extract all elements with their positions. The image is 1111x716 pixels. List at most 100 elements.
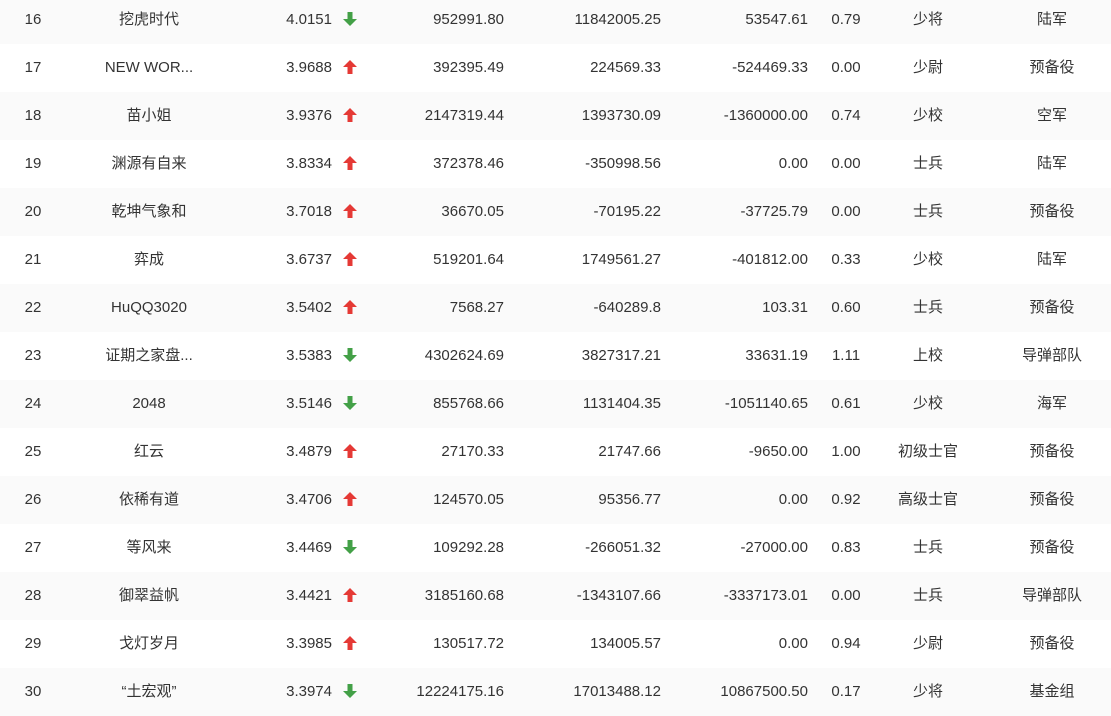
trend-cell [338,188,362,236]
ratio-cell: 0.00 [831,587,861,604]
value1-cell: 952991.80 [433,11,504,28]
trader-name-cell[interactable]: 证期之家盘... [80,332,218,380]
military-rank-cell: 少校 [912,251,943,268]
rank-cell: 21 [24,251,42,268]
trader-name-cell[interactable]: 渊源有自来 [80,140,218,188]
ratio-cell: 0.74 [831,107,861,124]
branch-cell: 空军 [1036,107,1067,124]
trader-name-cell[interactable]: 戈灯岁月 [80,620,218,668]
trader-name-cell[interactable]: 御翠益帆 [80,572,218,620]
military-rank-cell: 少将 [912,11,943,28]
trader-name-cell[interactable]: “土宏观” [80,668,218,716]
table-row[interactable]: 25 红云 3.4879 27170.33 21747.66 -9650.00 … [0,428,1111,476]
table-row[interactable]: 29 戈灯岁月 3.3985 130517.72 134005.57 0.00 … [0,620,1111,668]
trend-cell [338,380,362,428]
value3-cell: 103.31 [762,299,808,316]
table-row[interactable]: 16 挖虎时代 4.0151 952991.80 11842005.25 535… [0,0,1111,44]
military-rank-cell: 士兵 [912,203,943,220]
value2-cell: 11842005.25 [574,11,661,28]
ratio-cell: 0.83 [831,539,861,556]
trader-name-cell[interactable]: 依稀有道 [80,476,218,524]
score-cell: 3.5402 [286,299,332,316]
trend-cell [338,476,362,524]
branch-cell: 导弹部队 [1021,347,1082,364]
trader-name-cell[interactable]: 挖虎时代 [80,0,218,44]
arrow-down-icon [343,11,357,26]
trend-cell [338,284,362,332]
value3-cell: -37725.79 [740,203,808,220]
arrow-up-icon [343,155,357,170]
arrow-down-icon [343,683,357,698]
ratio-cell: 0.60 [831,299,861,316]
trend-cell [338,572,362,620]
value2-cell: 134005.57 [590,635,661,652]
trader-name-cell[interactable]: 等风来 [80,524,218,572]
value1-cell: 124570.05 [433,491,504,508]
rank-cell: 22 [24,299,42,316]
value3-cell: 0.00 [778,491,808,508]
table-row[interactable]: 22 HuQQ3020 3.5402 7568.27 -640289.8 103… [0,284,1111,332]
value2-cell: 1393730.09 [581,107,661,124]
trader-name-cell[interactable]: 苗小姐 [80,92,218,140]
trend-cell [338,236,362,284]
value1-cell: 27170.33 [441,443,504,460]
rank-cell: 20 [24,203,42,220]
value3-cell: 0.00 [778,635,808,652]
score-cell: 3.6737 [286,251,332,268]
score-cell: 3.4421 [286,587,332,604]
arrow-down-icon [343,539,357,554]
value2-cell: -266051.32 [585,539,661,556]
table-row[interactable]: 26 依稀有道 3.4706 124570.05 95356.77 0.00 0… [0,476,1111,524]
table-row[interactable]: 30 “土宏观” 3.3974 12224175.16 17013488.12 … [0,668,1111,716]
value2-cell: 1749561.27 [581,251,661,268]
arrow-up-icon [343,203,357,218]
arrow-down-icon [343,395,357,410]
value3-cell: 33631.19 [745,347,808,364]
value2-cell: 95356.77 [598,491,661,508]
rank-cell: 19 [24,155,42,172]
value3-cell: -1360000.00 [723,107,808,124]
branch-cell: 预备役 [1029,59,1075,76]
ratio-cell: 0.17 [831,683,861,700]
trend-cell [338,44,362,92]
value3-cell: -524469.33 [732,59,808,76]
table-row[interactable]: 19 渊源有自来 3.8334 372378.46 -350998.56 0.0… [0,140,1111,188]
table-row[interactable]: 20 乾坤气象和 3.7018 36670.05 -70195.22 -3772… [0,188,1111,236]
table-row[interactable]: 18 苗小姐 3.9376 2147319.44 1393730.09 -136… [0,92,1111,140]
trend-cell [338,92,362,140]
table-row[interactable]: 28 御翠益帆 3.4421 3185160.68 -1343107.66 -3… [0,572,1111,620]
trader-name-cell[interactable]: 2048 [80,380,218,428]
ratio-cell: 0.79 [831,11,861,28]
ratio-cell: 1.00 [831,443,861,460]
rank-cell: 30 [24,683,42,700]
trader-name-cell[interactable]: 弈成 [80,236,218,284]
ranking-table: 16 挖虎时代 4.0151 952991.80 11842005.25 535… [0,0,1111,716]
branch-cell: 陆军 [1036,155,1067,172]
military-rank-cell: 少将 [912,683,943,700]
branch-cell: 预备役 [1029,299,1075,316]
military-rank-cell: 少尉 [912,635,943,652]
trader-name-cell[interactable]: 乾坤气象和 [80,188,218,236]
trader-name-cell[interactable]: 红云 [80,428,218,476]
arrow-down-icon [343,347,357,362]
ratio-cell: 0.61 [831,395,861,412]
score-cell: 3.7018 [286,203,332,220]
branch-cell: 海军 [1036,395,1067,412]
arrow-up-icon [343,251,357,266]
score-cell: 3.3985 [286,635,332,652]
value1-cell: 7568.27 [449,299,504,316]
table-row[interactable]: 17 NEW WOR... 3.9688 392395.49 224569.33… [0,44,1111,92]
trader-name-cell[interactable]: HuQQ3020 [80,284,218,332]
trend-cell [338,428,362,476]
table-row[interactable]: 27 等风来 3.4469 109292.28 -266051.32 -2700… [0,524,1111,572]
table-row[interactable]: 21 弈成 3.6737 519201.64 1749561.27 -40181… [0,236,1111,284]
table-row[interactable]: 23 证期之家盘... 3.5383 4302624.69 3827317.21… [0,332,1111,380]
arrow-up-icon [343,107,357,122]
table-row[interactable]: 24 2048 3.5146 855768.66 1131404.35 -105… [0,380,1111,428]
trader-name-cell[interactable]: NEW WOR... [80,44,218,92]
ratio-cell: 0.33 [831,251,861,268]
branch-cell: 预备役 [1029,539,1075,556]
value1-cell: 519201.64 [433,251,504,268]
score-cell: 3.9688 [286,59,332,76]
arrow-up-icon [343,635,357,650]
